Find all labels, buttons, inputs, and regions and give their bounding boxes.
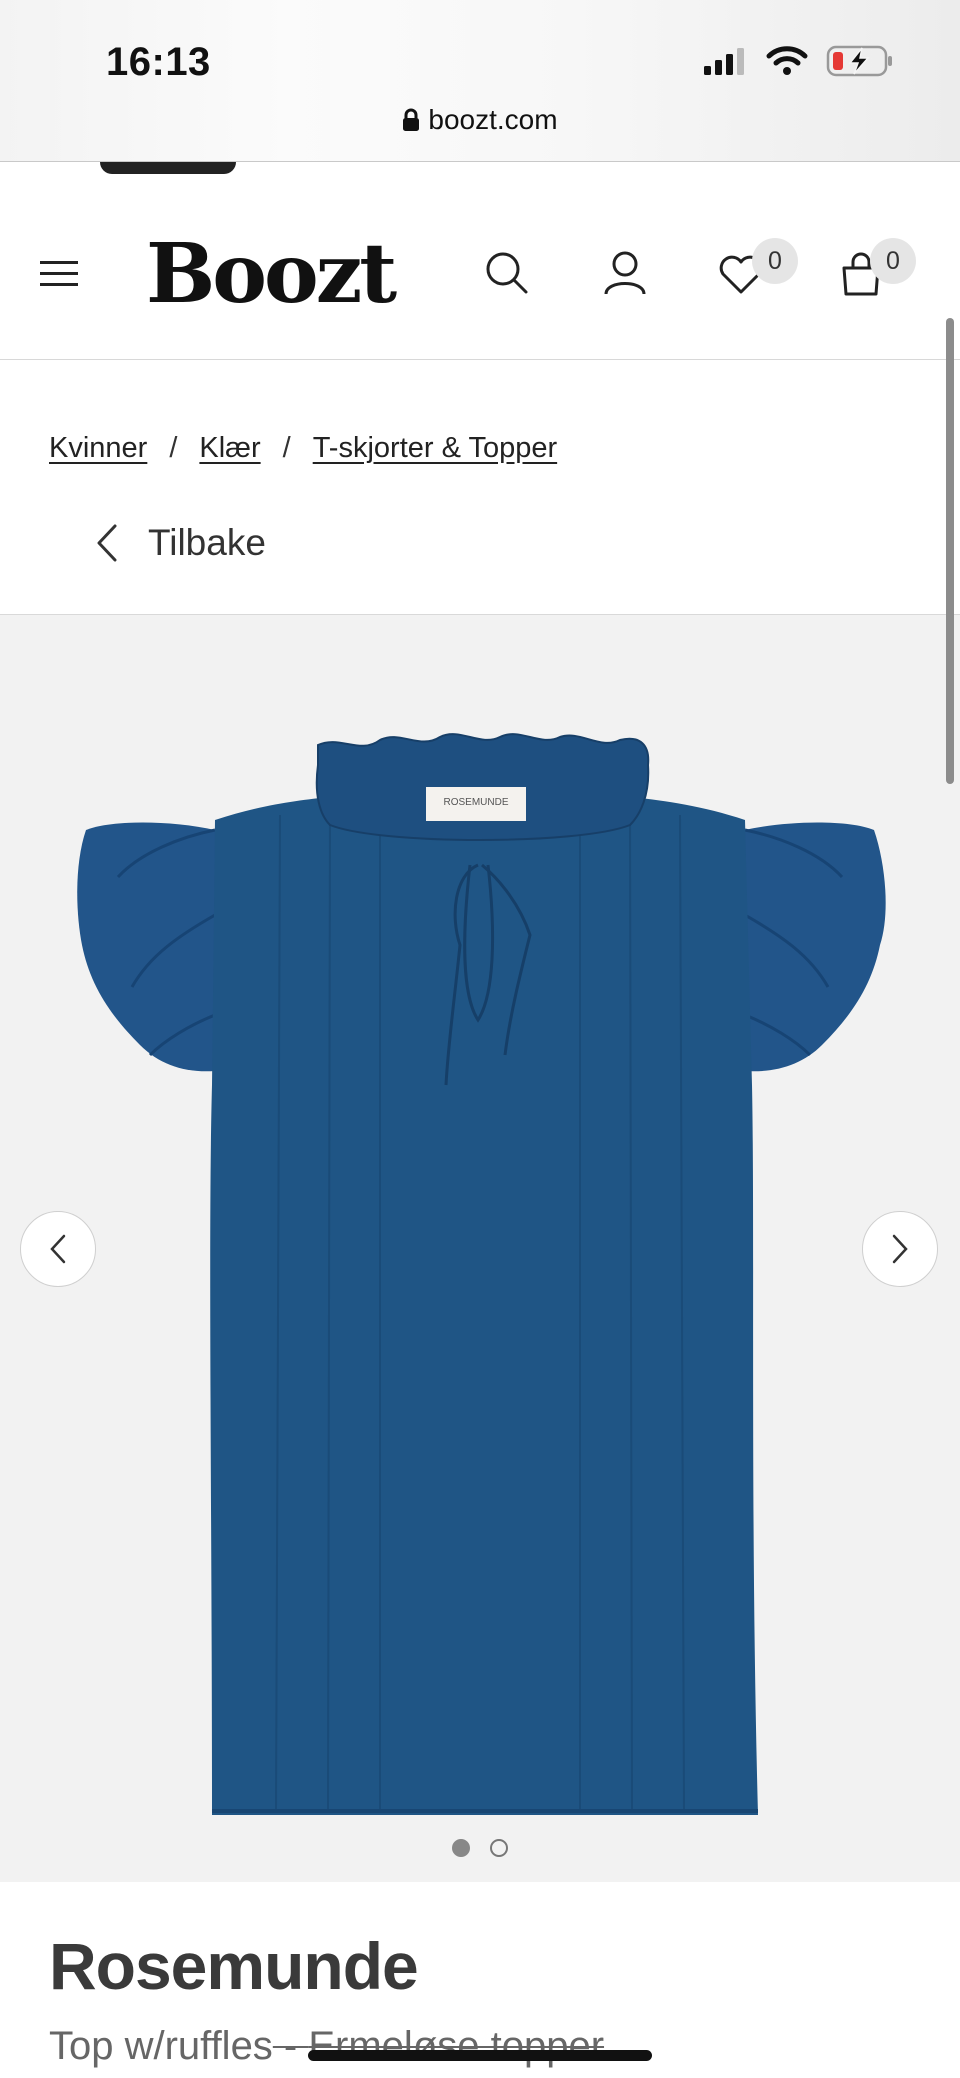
- status-icons: [702, 44, 896, 78]
- browser-status-bar: 16:13 boozt.com: [0, 0, 960, 162]
- lock-icon: [403, 108, 420, 131]
- gallery-pagination: [0, 1839, 960, 1857]
- breadcrumb-item-klaer[interactable]: Klær: [199, 432, 260, 465]
- product-image-gallery[interactable]: ROSEMUNDE: [0, 615, 960, 1882]
- clock: 16:13: [106, 40, 211, 84]
- user-icon[interactable]: [602, 250, 648, 296]
- product-brand[interactable]: Rosemunde: [49, 1928, 419, 2004]
- search-icon[interactable]: [484, 250, 530, 296]
- product-title: Top w/ruffles - Ermeløse topper: [49, 2024, 604, 2069]
- breadcrumb-separator: /: [282, 432, 291, 464]
- menu-icon[interactable]: [40, 258, 80, 290]
- url-text: boozt.com: [428, 104, 558, 135]
- right-sleeve-ruffle: [745, 822, 886, 1072]
- address-bar[interactable]: boozt.com: [0, 104, 960, 136]
- site-header: Boozt 0 0: [0, 196, 960, 360]
- product-category: Ermeløse topper: [308, 2024, 605, 2068]
- back-button[interactable]: Tilbake: [96, 522, 266, 564]
- wifi-icon: [766, 46, 808, 75]
- gallery-dot-1[interactable]: [452, 1839, 470, 1857]
- signal-icon: [704, 48, 744, 75]
- battery-charging-icon: [826, 45, 892, 77]
- site-logo[interactable]: Boozt: [146, 226, 397, 322]
- hidden-banner-edge: [100, 162, 236, 174]
- product-image[interactable]: ROSEMUNDE: [0, 615, 960, 1815]
- brand-label-text: ROSEMUNDE: [443, 797, 508, 808]
- back-label: Tilbake: [148, 522, 266, 563]
- left-sleeve-ruffle: [77, 822, 215, 1072]
- top-body: [210, 797, 758, 1815]
- page-scrollbar[interactable]: [946, 318, 954, 784]
- product-name: Top w/ruffles: [49, 2024, 273, 2068]
- chevron-left-icon: [50, 1234, 66, 1264]
- gallery-next-button[interactable]: [862, 1211, 938, 1287]
- breadcrumb-separator: /: [169, 432, 178, 464]
- breadcrumb-item-tskjorter-topper[interactable]: T-skjorter & Topper: [313, 432, 557, 465]
- gallery-prev-button[interactable]: [20, 1211, 96, 1287]
- cart-count-badge: 0: [870, 238, 916, 284]
- chevron-left-icon: [97, 524, 117, 562]
- product-separator: -: [272, 2024, 309, 2068]
- gallery-dot-2[interactable]: [490, 1839, 508, 1857]
- home-indicator: [308, 2050, 652, 2061]
- breadcrumb: Kvinner / Klær / T-skjorter & Topper: [49, 432, 557, 465]
- breadcrumb-item-kvinner[interactable]: Kvinner: [49, 432, 147, 465]
- wishlist-count-badge: 0: [752, 238, 798, 284]
- chevron-right-icon: [892, 1234, 908, 1264]
